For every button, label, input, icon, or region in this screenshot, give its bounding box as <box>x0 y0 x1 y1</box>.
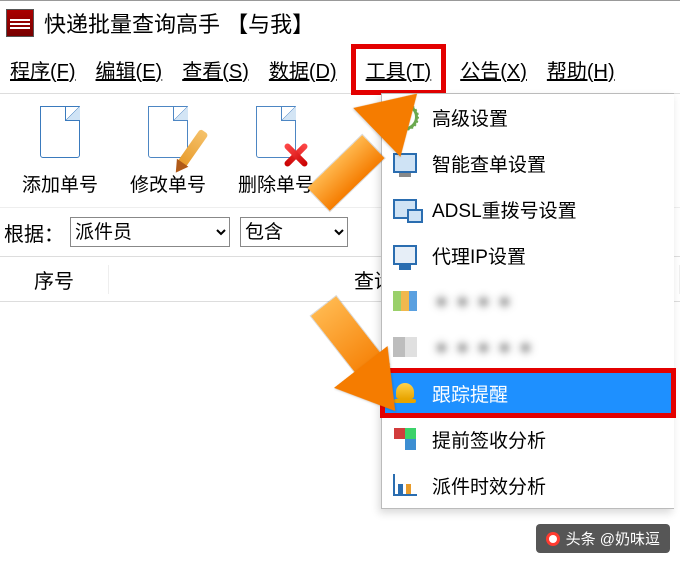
window-title: 快递批量查询高手 【与我】 <box>44 7 314 39</box>
tools-item-label: 跟踪提醒 <box>432 380 508 407</box>
filter-operator-select[interactable]: 包含 <box>240 217 348 247</box>
titlebar: 快递批量查询高手 【与我】 <box>0 1 680 45</box>
add-number-button[interactable]: 添加单号 <box>6 104 114 197</box>
new-file-icon <box>34 104 86 166</box>
watermark-text: 头条 @奶味逗 <box>566 531 660 548</box>
bar-chart-icon <box>392 472 418 498</box>
tools-item-blurred-1[interactable]: ＊＊＊＊ <box>382 278 674 324</box>
tools-item-smart-query-settings[interactable]: 智能查单设置 <box>382 140 674 186</box>
monitor-icon <box>392 150 418 176</box>
tools-item-blurred-2[interactable]: ＊＊＊＊＊ <box>382 324 674 370</box>
delete-file-icon <box>250 104 302 166</box>
tools-item-label: ADSL重拨号设置 <box>432 196 577 223</box>
watermark: 头条 @奶味逗 <box>536 524 670 553</box>
edit-file-icon <box>142 104 194 166</box>
tools-item-adsl-redial-settings[interactable]: ADSL重拨号设置 <box>382 186 674 232</box>
pixel-icon <box>392 288 418 314</box>
bell-icon <box>392 380 418 406</box>
app-window: 快递批量查询高手 【与我】 程序(F) 编辑(E) 查看(S) 数据(D) 工具… <box>0 0 680 563</box>
delete-number-label: 删除单号 <box>238 170 314 197</box>
tools-item-label: ＊＊＊＊＊ <box>432 334 537 361</box>
menu-program[interactable]: 程序(F) <box>0 51 86 88</box>
filter-label: 根据： <box>4 218 64 247</box>
pixel-icon <box>392 334 418 360</box>
cubes-icon <box>392 426 418 452</box>
tools-item-label: ＊＊＊＊ <box>432 288 516 315</box>
tools-item-label: 代理IP设置 <box>432 242 526 269</box>
col-index: 序号 <box>0 265 109 294</box>
tools-item-label: 高级设置 <box>432 104 508 131</box>
tools-item-proxy-ip-settings[interactable]: 代理IP设置 <box>382 232 674 278</box>
app-logo-icon <box>6 9 34 37</box>
tools-item-early-sign-analysis[interactable]: 提前签收分析 <box>382 416 674 462</box>
add-number-label: 添加单号 <box>22 170 98 197</box>
edit-number-label: 修改单号 <box>130 170 206 197</box>
edit-number-button[interactable]: 修改单号 <box>114 104 222 197</box>
menu-view[interactable]: 查看(S) <box>172 51 259 88</box>
filter-field-select[interactable]: 派件员 <box>70 217 230 247</box>
toutiao-logo-icon <box>546 532 560 546</box>
tools-item-track-reminder[interactable]: 跟踪提醒 <box>382 370 674 416</box>
tools-item-label: 提前签收分析 <box>432 426 546 453</box>
tools-item-label: 智能查单设置 <box>432 150 546 177</box>
menu-edit[interactable]: 编辑(E) <box>86 51 173 88</box>
gear-icon <box>392 104 418 130</box>
menu-notice[interactable]: 公告(X) <box>450 51 537 88</box>
proxy-icon <box>392 242 418 268</box>
menu-data[interactable]: 数据(D) <box>259 51 347 88</box>
delete-number-button[interactable]: 删除单号 <box>222 104 330 197</box>
tools-item-label: 派件时效分析 <box>432 472 546 499</box>
menubar: 程序(F) 编辑(E) 查看(S) 数据(D) 工具(T) 公告(X) 帮助(H… <box>0 45 680 94</box>
tools-dropdown: 高级设置 智能查单设置 ADSL重拨号设置 代理IP设置 ＊＊＊＊ ＊＊＊＊＊ … <box>381 93 674 509</box>
menu-tools[interactable]: 工具(T) <box>351 44 447 95</box>
network-icon <box>392 196 418 222</box>
menu-help[interactable]: 帮助(H) <box>537 51 625 88</box>
tools-item-delivery-time-analysis[interactable]: 派件时效分析 <box>382 462 674 508</box>
tools-item-advanced-settings[interactable]: 高级设置 <box>382 94 674 140</box>
